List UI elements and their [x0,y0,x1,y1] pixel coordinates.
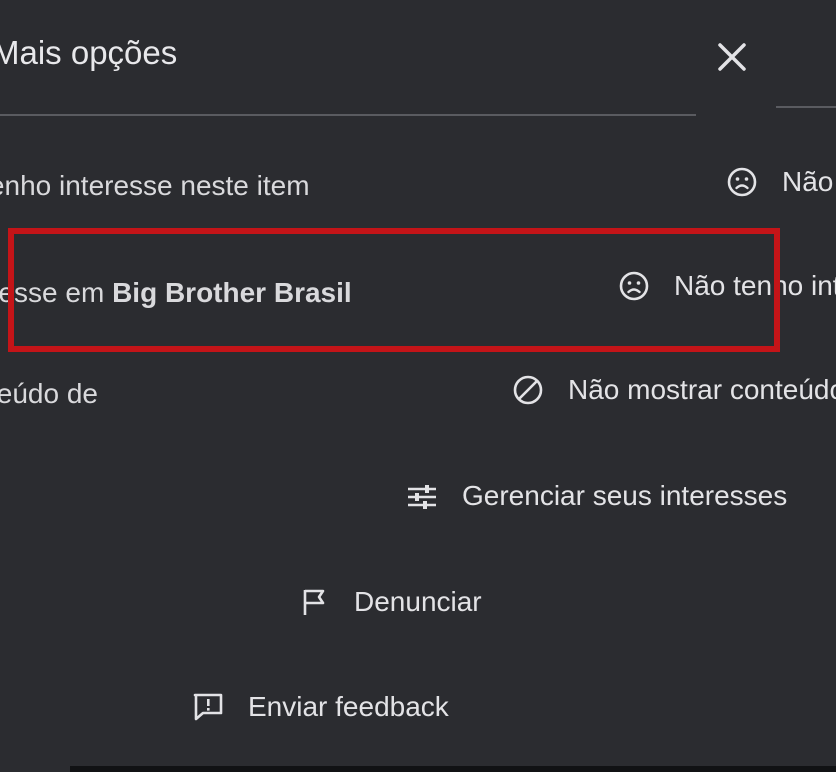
menu-item-send-feedback[interactable]: Enviar feedback [190,677,449,737]
menu-item-not-interested-item[interactable]: Não tenho interesse neste item [724,152,836,212]
bottom-bar [70,766,836,772]
flag-icon [296,584,332,620]
menu-item-manage-interests[interactable]: Gerenciar seus interesses [404,466,787,526]
menu-item-label: Gerenciar seus interesses [462,480,788,511]
menu-item-not-interested-topic[interactable]: Não tenho interesse em Big Brother Brasi… [616,256,836,316]
header-divider [776,106,836,108]
close-icon [715,40,749,74]
feedback-icon [190,689,226,725]
sad-face-icon [616,268,652,304]
sad-face-icon [724,164,760,200]
menu-item-label: Não tenho interesse neste item [782,166,836,197]
close-button[interactable] [705,30,759,84]
menu-item-label: Denunciar [354,586,482,617]
menu-item-label: Não tenho interesse em Big Brother Brasi… [674,270,836,301]
sliders-icon [404,478,440,514]
menu-item-dont-show-content[interactable]: Não mostrar conteúdo de [510,360,836,420]
block-icon [510,372,546,408]
menu-item-label: Enviar feedback [248,691,449,722]
menu-item-report[interactable]: Denunciar [296,572,482,632]
more-options-panel: Mais opções Não tenho interesse neste it… [0,0,836,772]
page-title: Mais opções [0,34,178,71]
menu-item-label: Não mostrar conteúdo de [568,374,836,405]
